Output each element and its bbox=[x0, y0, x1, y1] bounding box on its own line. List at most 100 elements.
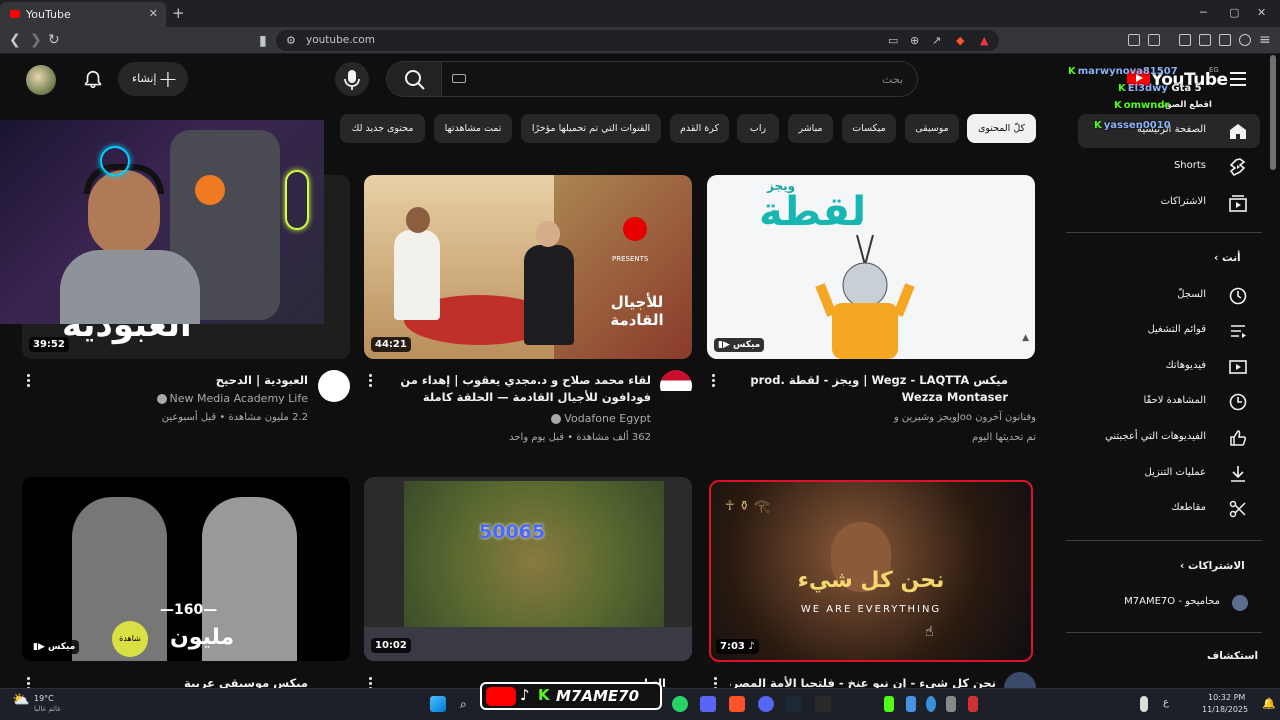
tray-app-icon[interactable] bbox=[926, 696, 936, 712]
chip-football[interactable]: كرة القدم bbox=[670, 114, 729, 143]
video-channel[interactable]: ويجز وشيرين وJoo وفنانون آخرون bbox=[730, 412, 1036, 423]
tab-close-icon[interactable]: ✕ bbox=[149, 7, 158, 20]
tab-groups-icon[interactable] bbox=[1148, 34, 1160, 46]
verified-icon bbox=[156, 394, 167, 404]
user-avatar[interactable] bbox=[26, 65, 56, 95]
leo-icon[interactable] bbox=[1219, 34, 1231, 46]
chip-new-to-you[interactable]: محتوى جديد لك bbox=[340, 114, 425, 143]
steam-icon[interactable] bbox=[786, 696, 802, 712]
sidebar-item-watch-later[interactable]: المشاهدة لاحقًا bbox=[1078, 385, 1260, 419]
chip-rap[interactable]: راب bbox=[737, 114, 779, 143]
wallet-icon[interactable] bbox=[1199, 34, 1211, 46]
page-scrollbar[interactable] bbox=[1270, 55, 1276, 170]
sidebar-item-subscriptions[interactable]: الاشتراكات bbox=[1078, 186, 1260, 220]
weather-temp[interactable]: 19°C bbox=[34, 694, 54, 703]
search-button[interactable] bbox=[386, 61, 442, 97]
video-thumbnail-arabic-mix[interactable]: —160— مليون شاهدة ▮▶ ميكس bbox=[22, 477, 350, 661]
forward-button[interactable]: ❯ bbox=[30, 32, 42, 48]
sidebar-item-clips[interactable]: مقاطعك bbox=[1078, 492, 1260, 526]
notifications-bell-icon[interactable] bbox=[82, 68, 104, 92]
minimize-button[interactable]: ─ bbox=[1200, 6, 1207, 19]
address-bar[interactable]: ⚙ youtube.com ▭ ⊕ ↗ ◆ ▲ bbox=[276, 30, 999, 51]
back-button[interactable]: ❮ bbox=[9, 32, 21, 48]
sidebar-item-sub-m7ame7o[interactable]: M7AME7O - محاميحو bbox=[1078, 586, 1260, 620]
whatsapp-icon[interactable] bbox=[672, 696, 688, 712]
browser-tab[interactable]: YouTube ✕ bbox=[0, 2, 166, 27]
mouse-cursor-icon: ☝ bbox=[925, 624, 934, 640]
sidebar-item-shorts[interactable]: Shorts bbox=[1078, 150, 1260, 184]
sidebar-item-your-videos[interactable]: فيديوهاتك bbox=[1078, 350, 1260, 384]
terminal-icon[interactable] bbox=[815, 696, 831, 712]
input-language[interactable]: ع bbox=[1163, 697, 1169, 708]
search-input[interactable] bbox=[441, 61, 918, 97]
keyboard-icon[interactable] bbox=[452, 74, 466, 83]
tray-kick-icon[interactable] bbox=[884, 696, 894, 712]
clock-time[interactable]: 10:32 PM bbox=[1208, 693, 1245, 702]
sidebar-toggle-icon[interactable] bbox=[1179, 34, 1191, 46]
clock-date[interactable]: 11/18/2025 bbox=[1202, 705, 1248, 714]
new-tab-button[interactable]: + bbox=[172, 4, 185, 22]
tray-app-icon[interactable] bbox=[968, 696, 978, 712]
video-title[interactable]: العبودية | الدحيح bbox=[42, 372, 308, 389]
sidebar-you-header[interactable]: ‹ أنت bbox=[1214, 252, 1241, 264]
extensions-icon[interactable] bbox=[1128, 34, 1140, 46]
sidebar-item-downloads[interactable]: عمليات التنزيل bbox=[1078, 457, 1260, 491]
duration-text: 7:03 bbox=[720, 641, 745, 652]
tray-app-icon[interactable] bbox=[906, 696, 916, 712]
notifications-icon[interactable]: 🔔 bbox=[1262, 697, 1276, 710]
chip-watched[interactable]: تمت مشاهدتها bbox=[434, 114, 512, 143]
sidebar-item-label: الفيديوهات التي أعجبتني bbox=[1105, 431, 1206, 442]
brave-taskbar-icon[interactable] bbox=[729, 696, 745, 712]
video-channel[interactable]: Vodafone Egypt bbox=[385, 412, 651, 425]
site-info-icon[interactable]: ⚙ bbox=[286, 34, 296, 47]
voice-search-button[interactable] bbox=[335, 62, 369, 96]
microphone-tray-icon[interactable] bbox=[1140, 696, 1148, 712]
share-icon[interactable]: ↗ bbox=[932, 34, 941, 47]
home-icon bbox=[1230, 124, 1246, 139]
windows-start-icon[interactable] bbox=[430, 696, 446, 712]
chip-all[interactable]: كلّ المحتوى bbox=[967, 114, 1036, 143]
video-channel[interactable]: New Media Academy Life bbox=[42, 392, 308, 405]
tiktok-social-icon: ♪ bbox=[520, 686, 530, 704]
video-title[interactable]: لقاء محمد صلاح و د.مجدي يعقوب | إهداء من… bbox=[385, 372, 651, 406]
chip-music[interactable]: موسيقى bbox=[905, 114, 959, 143]
video-menu-button[interactable] bbox=[27, 374, 31, 389]
zoom-icon[interactable]: ⊕ bbox=[910, 34, 919, 47]
video-thumbnail-game[interactable]: 50065 10:02 bbox=[364, 477, 692, 661]
discord-icon[interactable] bbox=[758, 696, 774, 712]
chip-mixes[interactable]: ميكسات bbox=[842, 114, 896, 143]
maximize-button[interactable]: ▢ bbox=[1229, 6, 1239, 19]
chip-recently-uploaded[interactable]: القنوات التي تم تحميلها مؤخرًا bbox=[521, 114, 661, 143]
weather-icon[interactable]: ⛅ bbox=[12, 692, 29, 708]
tray-app-icon[interactable] bbox=[946, 696, 956, 712]
video-thumbnail-tut[interactable]: ☥ ⚱ 𓂀 نحن كل شيء WE ARE EVERYTHING 7:03 … bbox=[709, 480, 1033, 662]
close-window-button[interactable]: ✕ bbox=[1257, 6, 1266, 19]
video-thumbnail-vodafone[interactable]: PRESENTS للأجيال القادمة 44:21 bbox=[364, 175, 692, 359]
weather-desc[interactable]: غائم غالبا bbox=[34, 705, 61, 713]
create-button[interactable]: إنشاء + bbox=[118, 62, 188, 96]
channel-avatar-vodafone[interactable] bbox=[660, 370, 692, 402]
sidebar-item-history[interactable]: السجلّ bbox=[1078, 279, 1260, 313]
sidebar-item-playlists[interactable]: قوائم التشغيل bbox=[1078, 314, 1260, 348]
video-thumbnail-wegz[interactable]: ويجز لقطة ▮▶ ميكس ▲ bbox=[707, 175, 1035, 359]
brave-rewards-icon[interactable]: ▲ bbox=[980, 34, 988, 47]
video-menu-button[interactable] bbox=[712, 374, 716, 389]
brave-shields-icon[interactable]: ◆ bbox=[956, 34, 964, 47]
chat-user: marwynova81507 bbox=[1077, 66, 1178, 77]
chip-live[interactable]: مباشر bbox=[788, 114, 833, 143]
video-menu-button[interactable] bbox=[369, 374, 373, 389]
video-title[interactable]: ميكس Wegz - LAQTTA | ويجز - لقطة prod. W… bbox=[730, 372, 1008, 406]
reload-button[interactable]: ↻ bbox=[48, 32, 60, 48]
app-icon[interactable] bbox=[700, 696, 716, 712]
taskbar-search-icon[interactable]: ⌕ bbox=[460, 697, 467, 712]
sidebar-item-liked[interactable]: الفيديوهات التي أعجبتني bbox=[1078, 421, 1260, 455]
sidebar-subs-header[interactable]: ‹ الاشتراكات bbox=[1180, 560, 1245, 572]
browser-menu-icon[interactable]: ≡ bbox=[1259, 32, 1271, 48]
badge-label: ميكس bbox=[733, 340, 761, 350]
vpn-icon[interactable] bbox=[1239, 34, 1251, 46]
channel-avatar-nma[interactable] bbox=[318, 370, 350, 402]
mix-badge: ▮▶ ميكس bbox=[714, 338, 765, 352]
guide-menu-button[interactable] bbox=[1230, 72, 1246, 86]
bookmark-icon[interactable]: ▮ bbox=[259, 33, 267, 49]
cast-icon[interactable]: ▭ bbox=[888, 34, 898, 47]
